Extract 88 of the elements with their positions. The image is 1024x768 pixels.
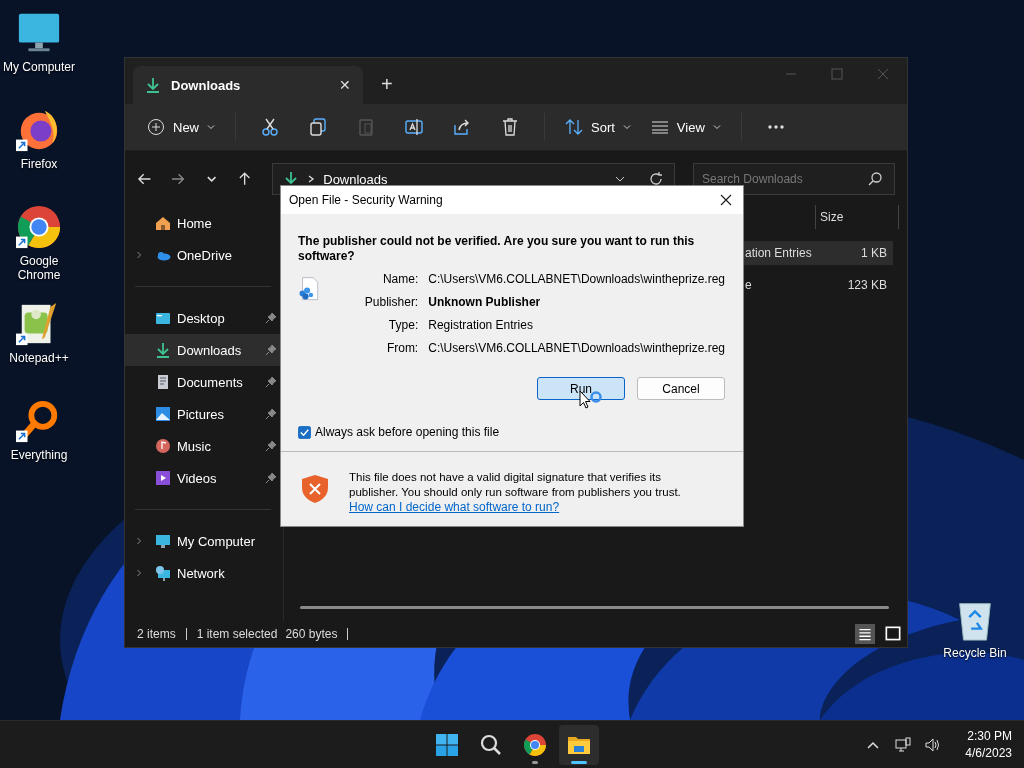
forward-icon[interactable] [170,171,186,187]
copy-icon[interactable] [308,117,328,137]
selection-size: 260 bytes [285,627,338,641]
sidebar-item[interactable]: Desktop [125,302,283,334]
field-value: C:\Users\VM6.COLLABNET\Downloads\wintheprize.reg [428,272,725,286]
sidebar-item[interactable]: Home [125,207,283,239]
field-label: Publisher: [363,295,419,309]
caret-icon [712,123,721,131]
music-icon [155,438,171,454]
scrollbar[interactable] [300,606,889,609]
help-link[interactable]: How can I decide what software to run? [349,500,560,515]
warning-text: This file does not have a valid digital signature that verifies its publisher. You should only run software from publishers you trust. [349,470,682,500]
field-label: Name: [381,272,419,286]
field-value: Registration Entries [428,318,534,332]
monitor-icon [155,533,171,549]
new-button[interactable]: New [139,112,223,142]
back-icon[interactable] [137,171,153,187]
pin-icon[interactable] [265,472,277,484]
chevron-right-icon[interactable] [307,175,316,183]
windows-logo-icon[interactable] [434,732,459,757]
pin-icon[interactable] [265,408,277,420]
dialog-title: Open File - Security Warning [289,193,443,207]
folder-tab[interactable]: Downloads ✕ [133,66,363,104]
sidebar-item[interactable]: OneDrive [125,239,283,271]
document-icon [155,374,171,390]
desktop-icon-label[interactable]: Everything [10,448,68,462]
house-icon [155,215,171,231]
clock[interactable]: 2:30 PM 4/6/2023 [965,727,1012,762]
sidebar-item[interactable]: Documents [125,366,283,398]
field-value: Unknown Publisher [428,295,542,309]
pin-icon[interactable] [265,312,277,324]
run-button[interactable]: Run [537,377,625,400]
new-tab-button[interactable]: + [381,73,393,96]
desktop-icon-label[interactable]: Google Chrome [0,254,78,282]
checkbox-label[interactable]: Always ask before opening this file [315,425,500,439]
address-path[interactable]: Downloads [323,171,388,187]
desktop-icon-label[interactable]: Recycle Bin [943,646,1007,660]
tab-title: Downloads [171,77,242,93]
field-label: Type: [387,318,419,332]
view-button[interactable]: View [642,112,729,142]
network-icon[interactable] [895,736,912,753]
caret-icon [207,123,215,131]
desktop-icon-label[interactable]: Notepad++ [9,351,69,365]
column-header[interactable]: Size [815,205,899,229]
desktop-icon-label[interactable]: Firefox [20,157,58,171]
cut-icon[interactable] [260,117,280,137]
close-tab-button[interactable]: ✕ [339,77,351,93]
download-icon [155,342,171,358]
checkbox[interactable] [298,425,311,439]
pin-icon[interactable] [265,344,277,356]
item-count: 2 items [137,627,176,641]
list-icon [650,118,669,136]
chrome-icon[interactable] [522,732,547,757]
sidebar-item[interactable]: Pictures [125,398,283,430]
sidebar-item[interactable]: My Computer [125,525,283,557]
search-field[interactable]: Search Downloads [693,163,895,195]
pin-icon[interactable] [265,440,277,452]
sort-button[interactable]: Sort [557,112,639,142]
search-icon[interactable] [478,732,503,757]
search-icon[interactable] [867,171,883,187]
field-value: C:\Users\VM6.COLLABNET\Downloads\wintheprize.reg [428,341,725,355]
chrome-icon[interactable] [16,204,62,250]
sort-icon [565,118,583,136]
close-icon[interactable] [720,194,732,206]
sidebar-item[interactable]: Music [125,430,283,462]
sidebar-item[interactable]: Network [125,557,283,589]
sidebar-item[interactable]: Videos [125,462,283,494]
refresh-icon[interactable] [648,171,664,187]
selection-count: 1 item selected [196,627,278,641]
plus-circle-icon [147,118,165,136]
desktop-icon [155,310,171,326]
pin-icon[interactable] [265,376,277,388]
download-icon [145,77,161,93]
details-view-icon[interactable] [855,624,875,644]
sidebar-item[interactable]: Downloads [125,334,283,366]
video-icon [155,470,171,486]
caret-icon [622,123,631,131]
rename-icon[interactable] [404,117,424,137]
speaker-icon[interactable] [925,736,942,753]
delete-icon[interactable] [500,117,520,137]
shield-icon [301,474,329,504]
up-icon[interactable] [236,171,253,187]
warning-question: The publisher could not be verified. Are you sure you want to run this software? [298,234,696,264]
network-icon [155,565,171,581]
picture-icon [155,406,171,422]
desktop-icon-label[interactable]: My Computer [3,60,75,74]
cancel-button[interactable]: Cancel [637,377,725,400]
field-label: From: [385,341,419,355]
